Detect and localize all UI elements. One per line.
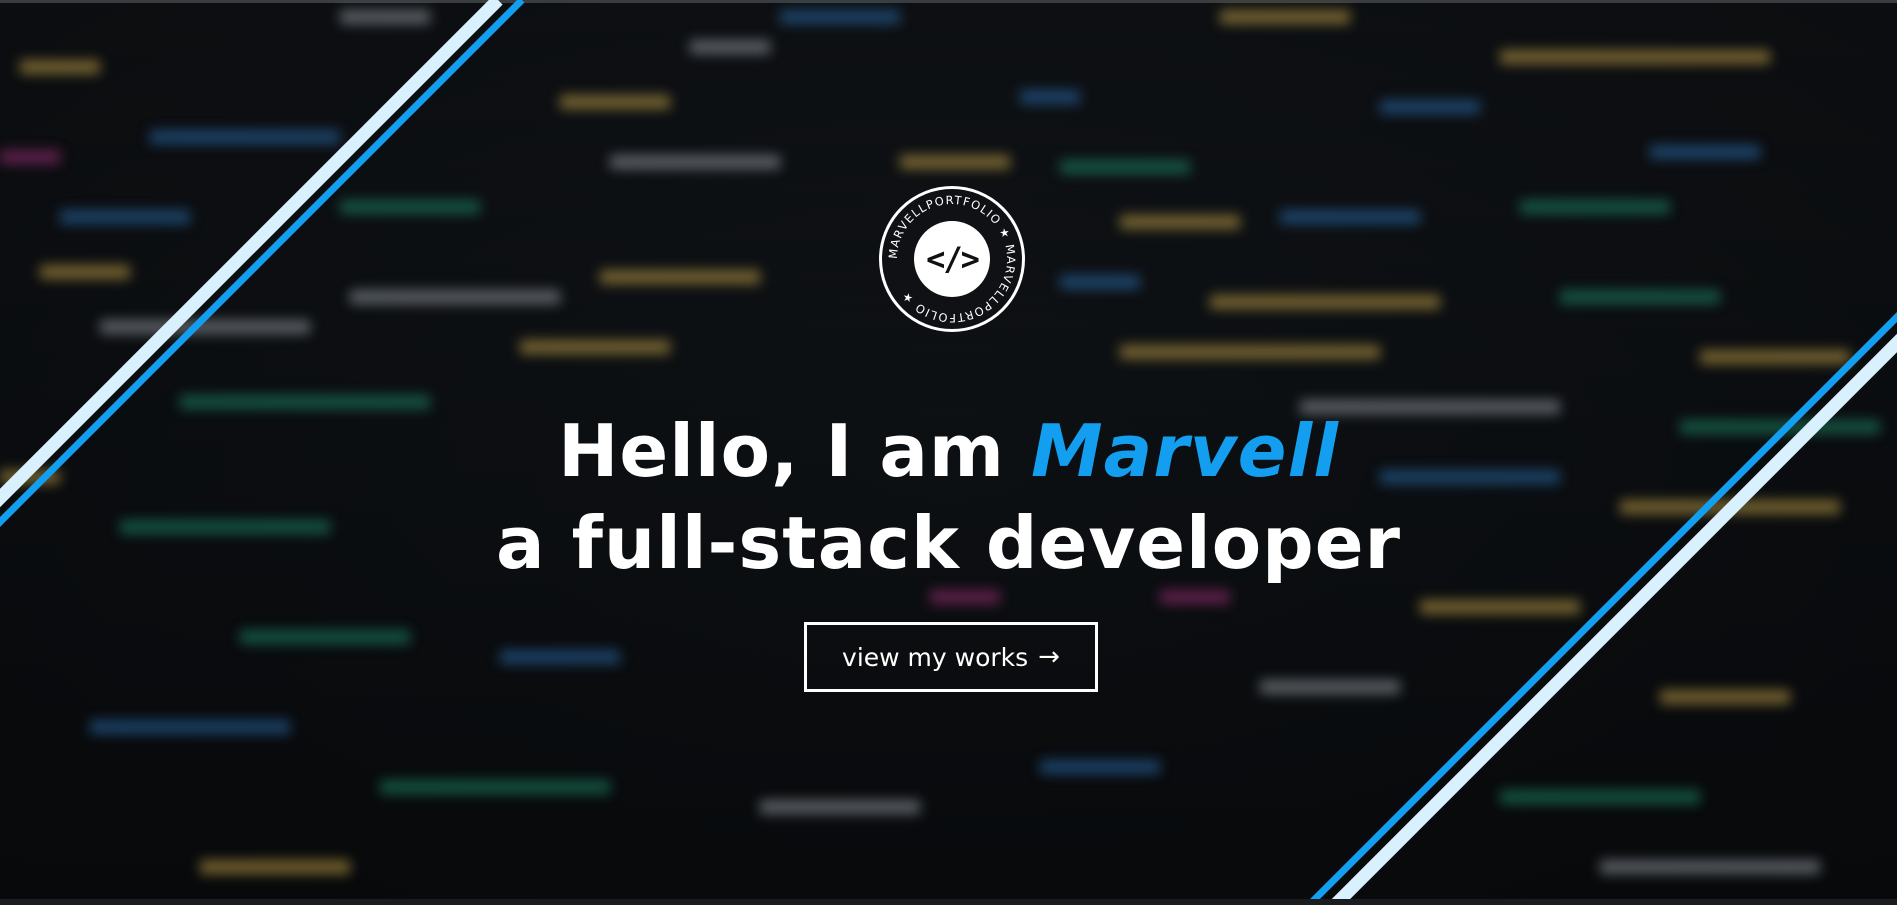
headline-line-1: Hello, I am Marvell <box>0 405 1897 497</box>
code-icon: </> <box>926 240 980 278</box>
hero-headline: Hello, I am Marvell a full-stack develop… <box>0 405 1897 589</box>
logo-badge[interactable]: MARVELLPORTFOLIO ★ MARVELLPORTFOLIO ★ </… <box>879 186 1025 332</box>
arrow-right-icon: → <box>1038 642 1060 672</box>
tagline-text: a full-stack developer <box>495 501 1402 585</box>
greeting-text: Hello, I am <box>558 409 1031 493</box>
hero-section: MARVELLPORTFOLIO ★ MARVELLPORTFOLIO ★ </… <box>0 0 1897 905</box>
view-my-works-label: view my works <box>842 642 1029 672</box>
name-text: Marvell <box>1031 409 1339 493</box>
badge-core: </> <box>914 221 990 297</box>
view-my-works-button[interactable]: view my works → <box>804 622 1098 692</box>
bottom-edge <box>0 899 1897 905</box>
